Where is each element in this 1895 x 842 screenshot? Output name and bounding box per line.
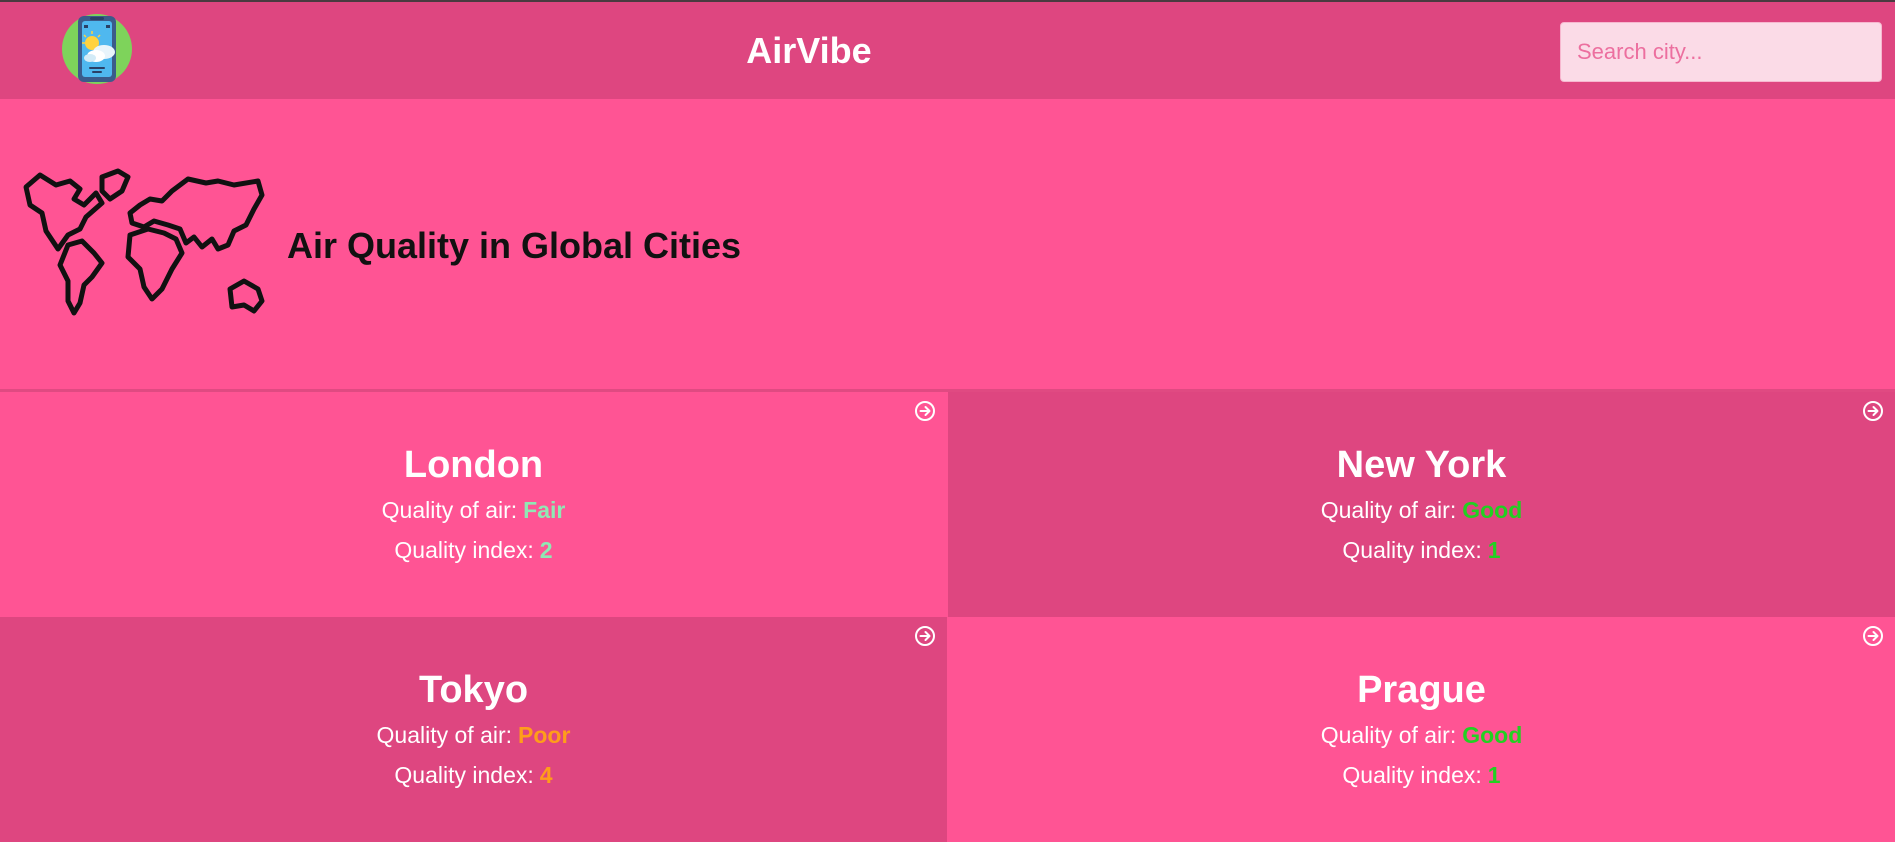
quality-index-label: Quality index: xyxy=(394,762,534,788)
city-name: Prague xyxy=(1357,669,1486,711)
search-input[interactable] xyxy=(1560,22,1882,82)
city-card-london[interactable]: London Quality of air: Fair Quality index… xyxy=(0,392,947,617)
air-quality-value: Good xyxy=(1462,497,1523,523)
quality-index-row: Quality index: 2 xyxy=(0,537,947,564)
quality-index-value: 4 xyxy=(539,762,553,788)
city-card-tokyo[interactable]: Tokyo Quality of air: Poor Quality index:… xyxy=(0,617,947,842)
quality-index-value: 1 xyxy=(1487,537,1501,563)
app-header: AirVibe xyxy=(0,2,1895,99)
quality-index-value: 2 xyxy=(539,537,553,563)
app-title: AirVibe xyxy=(746,29,872,71)
city-name: London xyxy=(403,444,544,486)
arrow-right-circle-icon[interactable] xyxy=(1862,400,1884,422)
hero-title: Air Quality in Global Cities xyxy=(287,225,742,266)
hero-banner: Air Quality in Global Cities xyxy=(0,99,1895,392)
quality-index-row: Quality index: 4 xyxy=(0,762,947,789)
quality-index-row: Quality index: 1 xyxy=(948,537,1895,564)
air-quality-value: Fair xyxy=(523,497,566,523)
arrow-right-circle-icon[interactable] xyxy=(914,625,936,647)
air-quality-label: Quality of air: xyxy=(376,722,513,748)
quality-index-label: Quality index: xyxy=(1342,762,1482,788)
air-quality-label: Quality of air: xyxy=(381,497,518,523)
quality-index-label: Quality index: xyxy=(1342,537,1482,563)
world-map-icon xyxy=(23,168,265,316)
arrow-right-circle-icon[interactable] xyxy=(1862,625,1884,647)
air-quality-label: Quality of air: xyxy=(1320,497,1457,523)
air-quality-row: Quality of air: Fair xyxy=(0,497,947,524)
air-quality-row: Quality of air: Good xyxy=(948,497,1895,524)
quality-index-label: Quality index: xyxy=(394,537,534,563)
arrow-right-circle-icon[interactable] xyxy=(914,400,936,422)
air-quality-row: Quality of air: Poor xyxy=(0,722,947,749)
city-name: Tokyo xyxy=(418,669,529,711)
air-quality-value: Poor xyxy=(518,722,571,748)
air-quality-row: Quality of air: Good xyxy=(948,722,1895,749)
air-quality-value: Good xyxy=(1462,722,1523,748)
city-card-prague[interactable]: Prague Quality of air: Good Quality index… xyxy=(948,617,1895,842)
air-quality-label: Quality of air: xyxy=(1320,722,1457,748)
quality-index-value: 1 xyxy=(1487,762,1501,788)
quality-index-row: Quality index: 1 xyxy=(948,762,1895,789)
city-name: New York xyxy=(1336,444,1507,486)
city-card-new-york[interactable]: New York Quality of air: Good Quality ind… xyxy=(948,392,1895,617)
